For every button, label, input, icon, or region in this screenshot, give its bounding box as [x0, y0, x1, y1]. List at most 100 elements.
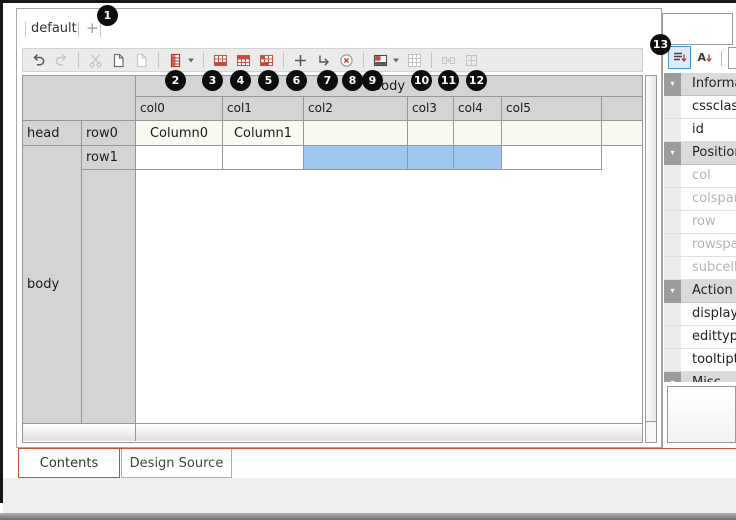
paste-icon [133, 52, 150, 69]
annotation-badge-12: 12 [466, 70, 487, 91]
dropdown-caret-icon[interactable] [187, 56, 195, 64]
cell-row0-col4[interactable] [454, 121, 502, 146]
cell-row0-col1[interactable]: Column1 [223, 121, 304, 146]
toolbar-separator [431, 52, 432, 68]
column-header-col2[interactable]: col2 [304, 97, 408, 121]
section-label-body[interactable]: body [23, 146, 82, 424]
properties-panel-border [662, 13, 663, 448]
tab-contents[interactable]: Contents [18, 449, 120, 478]
cell-row1-col0[interactable] [136, 146, 223, 170]
section-label-head[interactable]: head [23, 121, 82, 146]
add-cell-icon[interactable] [292, 52, 309, 69]
cell-row0-col5[interactable] [502, 121, 602, 146]
property-row-row[interactable]: row [664, 211, 736, 234]
table-style-icon[interactable] [372, 52, 389, 69]
property-row-colspan[interactable]: colspan [664, 188, 736, 211]
cell-row0-col2[interactable] [304, 121, 408, 146]
body-empty-area[interactable] [136, 170, 642, 424]
vertical-scrollbar[interactable] [645, 75, 657, 422]
tab-contents-label: Contents [40, 456, 98, 471]
column-header-col4[interactable]: col4 [454, 97, 502, 121]
cell-row1-col5[interactable] [502, 146, 602, 170]
collapse-arrow-icon[interactable]: ▾ [664, 142, 681, 165]
column-header-trailing [602, 97, 642, 121]
properties-toolbar-clipped-button[interactable] [728, 47, 736, 69]
properties-filter-box[interactable] [662, 13, 733, 45]
collapse-arrow-icon[interactable]: ▾ [664, 372, 681, 382]
undo-icon[interactable] [30, 52, 47, 69]
insert-row-bottom-icon[interactable] [258, 52, 275, 69]
row-header-row1[interactable]: row1 [82, 146, 136, 170]
cell-row1-col1[interactable] [223, 146, 304, 170]
grid-corner-cell [23, 76, 136, 121]
annotation-badge-4: 4 [230, 70, 251, 91]
editor-tab-default[interactable]: default [31, 21, 77, 36]
categorized-sort-button[interactable] [668, 46, 691, 69]
column-header-col5[interactable]: col5 [502, 97, 602, 121]
alphabetical-sort-icon: A [696, 49, 713, 66]
properties-grid: ▾ Information cssclass id ▾ Position col… [664, 73, 736, 382]
cell-row0-col0[interactable]: Column0 [136, 121, 223, 146]
collapse-arrow-icon[interactable]: ▾ [664, 73, 681, 96]
tab-design-source[interactable]: Design Source [121, 449, 232, 478]
property-group-misc[interactable]: ▾ Misc [664, 372, 736, 382]
property-row-id[interactable]: id [664, 119, 736, 142]
designer-toolbar [22, 48, 643, 72]
tabstrip-separator [25, 22, 26, 37]
property-group-information[interactable]: ▾ Information [664, 73, 736, 96]
cell-row1-col2-selected[interactable] [304, 146, 408, 170]
scrollbar-corner [645, 421, 657, 443]
collapse-arrow-icon[interactable]: ▾ [664, 280, 681, 303]
cut-icon [87, 52, 104, 69]
bottom-band-right [136, 424, 642, 441]
annotation-badge-11: 11 [438, 70, 459, 91]
property-group-action[interactable]: ▾ Action [664, 280, 736, 303]
row-header-empty [82, 170, 136, 424]
property-description-box [667, 386, 736, 443]
property-group-position[interactable]: ▾ Position [664, 142, 736, 165]
delete-cell-icon[interactable] [338, 52, 355, 69]
toolbar-separator [203, 52, 204, 68]
window-border-bottom [0, 513, 736, 520]
cell-row1-col3-selected[interactable] [408, 146, 454, 170]
annotation-badge-5: 5 [258, 70, 279, 91]
annotation-badge-2: 2 [165, 70, 186, 91]
toolbar-separator [283, 52, 284, 68]
toolbar-separator [158, 52, 159, 68]
copy-icon[interactable] [110, 52, 127, 69]
redo-icon [53, 52, 70, 69]
property-row-rowspan[interactable]: rowspan [664, 234, 736, 257]
column-header-col1[interactable]: col1 [223, 97, 304, 121]
window-border-left [0, 0, 3, 503]
annotation-badge-13: 13 [650, 34, 671, 55]
property-row-tooltiptext[interactable]: tooltiptext [664, 349, 736, 372]
insert-row-top-icon[interactable] [212, 52, 229, 69]
property-row-edittype[interactable]: edittype [664, 326, 736, 349]
dropdown-caret-icon[interactable] [392, 56, 400, 64]
cell-row1-col4-selected[interactable] [454, 146, 502, 170]
property-row-col[interactable]: col [664, 165, 736, 188]
table-designer-window: default + [0, 0, 736, 520]
alphabetical-sort-button[interactable]: A [694, 47, 715, 68]
annotation-badge-9: 9 [362, 70, 383, 91]
cell-row0-trailing [602, 121, 642, 146]
grid-view-icon [406, 52, 423, 69]
property-row-cssclass[interactable]: cssclass [664, 96, 736, 119]
property-row-display[interactable]: display [664, 303, 736, 326]
cell-row0-col3[interactable] [408, 121, 454, 146]
cell-row1-trailing [602, 146, 642, 170]
annotation-badge-7: 7 [317, 70, 338, 91]
column-header-col3[interactable]: col3 [408, 97, 454, 121]
property-row-subcell[interactable]: subcell [664, 257, 736, 280]
row-header-row0[interactable]: row0 [82, 121, 136, 146]
tabstrip-separator [78, 22, 79, 37]
tab-design-source-label: Design Source [130, 456, 224, 471]
bottom-band-left [23, 424, 136, 441]
move-cell-icon[interactable] [315, 52, 332, 69]
insert-row-middle-icon[interactable] [235, 52, 252, 69]
insert-column-icon[interactable] [167, 52, 184, 69]
column-header-col0[interactable]: col0 [136, 97, 223, 121]
svg-text:A: A [698, 51, 707, 64]
add-tab-button[interactable]: + [86, 19, 99, 37]
annotation-badge-3: 3 [202, 70, 223, 91]
